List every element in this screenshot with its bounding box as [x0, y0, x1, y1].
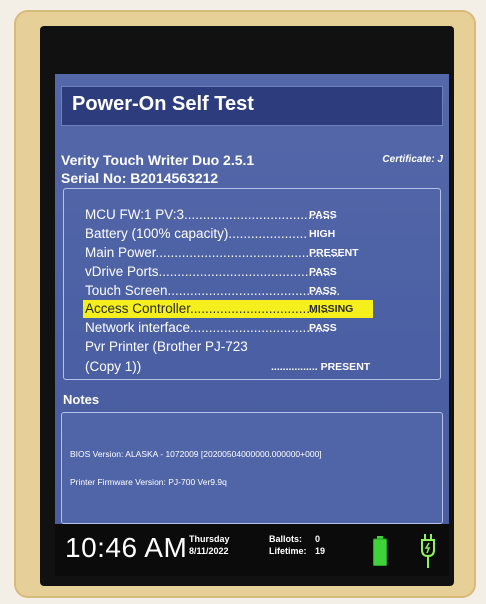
- date: 8/11/2022: [189, 546, 229, 556]
- test-label: MCU FW:1 PV:3...........................…: [85, 207, 335, 222]
- battery-full-icon: [373, 536, 387, 566]
- clock: 10:46 AM: [65, 532, 188, 563]
- certificate-label: Certificate: J: [382, 154, 443, 165]
- test-result: PASS: [309, 322, 337, 334]
- device-name: Verity Touch Writer Duo 2.5.1: [61, 152, 255, 168]
- ballots-label: Ballots:: [269, 534, 303, 544]
- test-result: MISSING: [309, 303, 354, 315]
- test-row-network-interface: Network interface.......................…: [75, 319, 375, 337]
- day-of-week: Thursday: [189, 534, 230, 544]
- test-row-printer: Pvr Printer (Brother PJ-723: [75, 338, 375, 356]
- test-label: Battery (100% capacity).................…: [85, 226, 308, 241]
- test-result: PRESENT: [309, 247, 359, 259]
- test-label: Pvr Printer (Brother PJ-723: [85, 339, 248, 354]
- test-label: Network interface.......................…: [85, 320, 329, 335]
- test-result: ................ PRESENT: [271, 361, 371, 373]
- test-row-main-power: Main Power..............................…: [75, 244, 375, 262]
- test-row-printer-copy: (Copy 1)) ................ PRESENT: [75, 358, 375, 376]
- post-screen: Power-On Self Test Verity Touch Writer D…: [55, 74, 449, 524]
- lifetime-count: 19: [315, 546, 326, 556]
- test-label: vDrive Ports............................…: [85, 264, 332, 279]
- test-label: Access Controller.......................…: [85, 301, 329, 316]
- test-label: Touch Screen............................…: [85, 283, 341, 298]
- test-row-mcu: MCU FW:1 PV:3...........................…: [75, 206, 375, 224]
- test-row-access-controller: Access Controller.......................…: [75, 300, 375, 318]
- test-label: Main Power..............................…: [85, 245, 344, 260]
- notes-heading: Notes: [63, 392, 100, 407]
- page-title: Power-On Self Test: [72, 93, 254, 115]
- title-bar: Power-On Self Test: [61, 86, 443, 126]
- test-result: PASS: [309, 209, 337, 221]
- test-result: PASS: [309, 266, 337, 278]
- ballots-count: 0: [315, 534, 321, 544]
- test-row-battery: Battery (100% capacity).................…: [75, 225, 375, 243]
- test-row-touch-screen: Touch Screen............................…: [75, 282, 375, 300]
- test-result: HIGH: [309, 228, 336, 240]
- printer-firmware-version: Printer Firmware Version: PJ-700 Ver9.9q: [70, 477, 227, 487]
- status-bar: 10:46 AM Thursday 8/11/2022 Ballots: 0 L…: [55, 524, 449, 576]
- power-plug-icon: [421, 534, 435, 568]
- notes-panel: BIOS Version: ALASKA - 1072009 [20200504…: [61, 412, 443, 524]
- serial-number: Serial No: B2014563212: [61, 170, 219, 186]
- bios-version: BIOS Version: ALASKA - 1072009 [20200504…: [70, 449, 322, 459]
- test-result: PASS: [309, 285, 337, 297]
- lifetime-label: Lifetime:: [269, 546, 307, 556]
- test-row-vdrive-ports: vDrive Ports............................…: [75, 263, 375, 281]
- test-label: (Copy 1)): [85, 359, 142, 374]
